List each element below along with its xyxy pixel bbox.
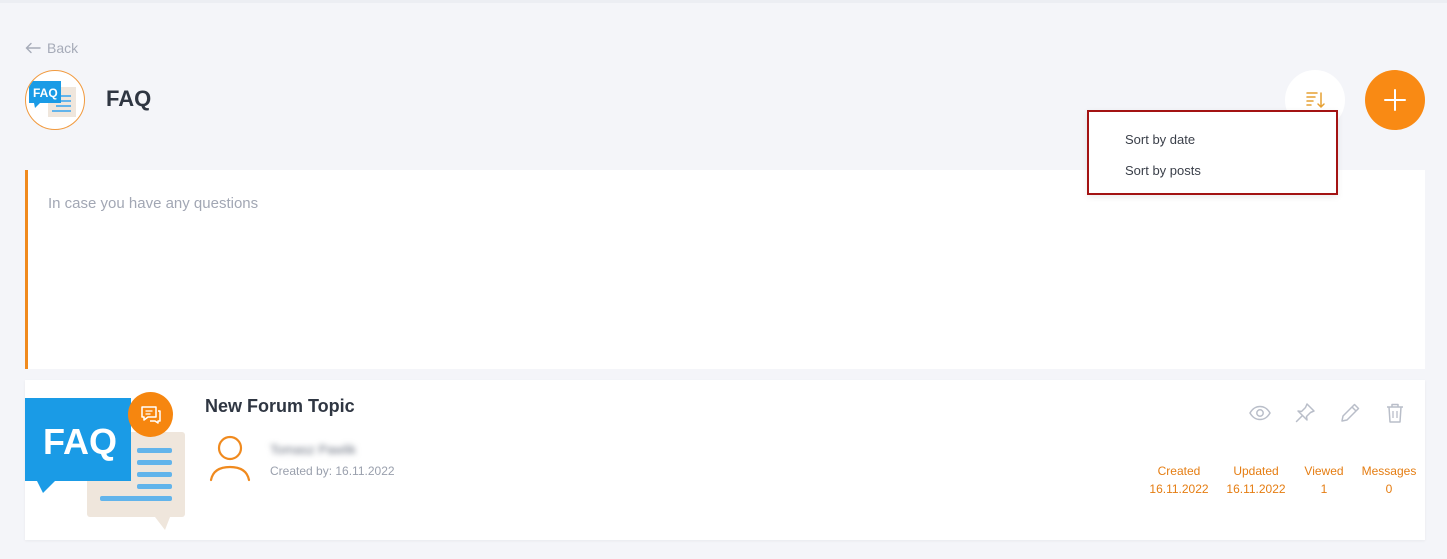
stat-messages-value: 0 <box>1385 482 1393 496</box>
created-by: Created by: 16.11.2022 <box>270 464 395 478</box>
topic-actions <box>1247 400 1407 425</box>
user-icon <box>209 435 251 482</box>
stat-created-label: Created <box>1157 464 1201 478</box>
pin-icon[interactable] <box>1292 400 1317 425</box>
back-label: Back <box>47 40 79 56</box>
trash-icon[interactable] <box>1382 400 1407 425</box>
add-topic-button[interactable] <box>1365 70 1425 130</box>
stat-created: Created 16.11.2022 <box>1139 462 1219 498</box>
forum-description: In case you have any questions <box>48 195 259 212</box>
topic-card[interactable]: FAQ New Forum Topic Tomasz Pawlik Create… <box>25 380 1425 540</box>
topic-title[interactable]: New Forum Topic <box>205 396 355 417</box>
sort-by-date-option[interactable]: Sort by date <box>1089 132 1336 163</box>
stat-messages-label: Messages <box>1361 464 1417 478</box>
chat-badge <box>128 392 173 437</box>
chat-icon <box>140 405 161 424</box>
plus-icon <box>1384 89 1406 111</box>
author-name: Tomasz Pawlik <box>270 442 356 457</box>
top-strip <box>0 0 1447 3</box>
arrow-left-icon <box>25 42 41 54</box>
eye-icon[interactable] <box>1247 400 1272 425</box>
stat-created-value: 16.11.2022 <box>1149 482 1209 496</box>
forum-logo: FAQ <box>25 70 85 130</box>
sort-icon <box>1306 92 1325 108</box>
forum-description-card: In case you have any questions <box>25 170 1425 369</box>
edit-icon[interactable] <box>1337 400 1362 425</box>
back-link[interactable]: Back <box>25 40 78 56</box>
topic-thumbnail-text: FAQ <box>43 421 117 462</box>
sort-by-posts-option[interactable]: Sort by posts <box>1089 163 1336 194</box>
page-title: FAQ <box>106 86 152 111</box>
stat-messages: Messages 0 <box>1349 462 1429 498</box>
sort-dropdown: Sort by date Sort by posts <box>1087 110 1338 195</box>
forum-logo-text: FAQ <box>33 86 58 100</box>
